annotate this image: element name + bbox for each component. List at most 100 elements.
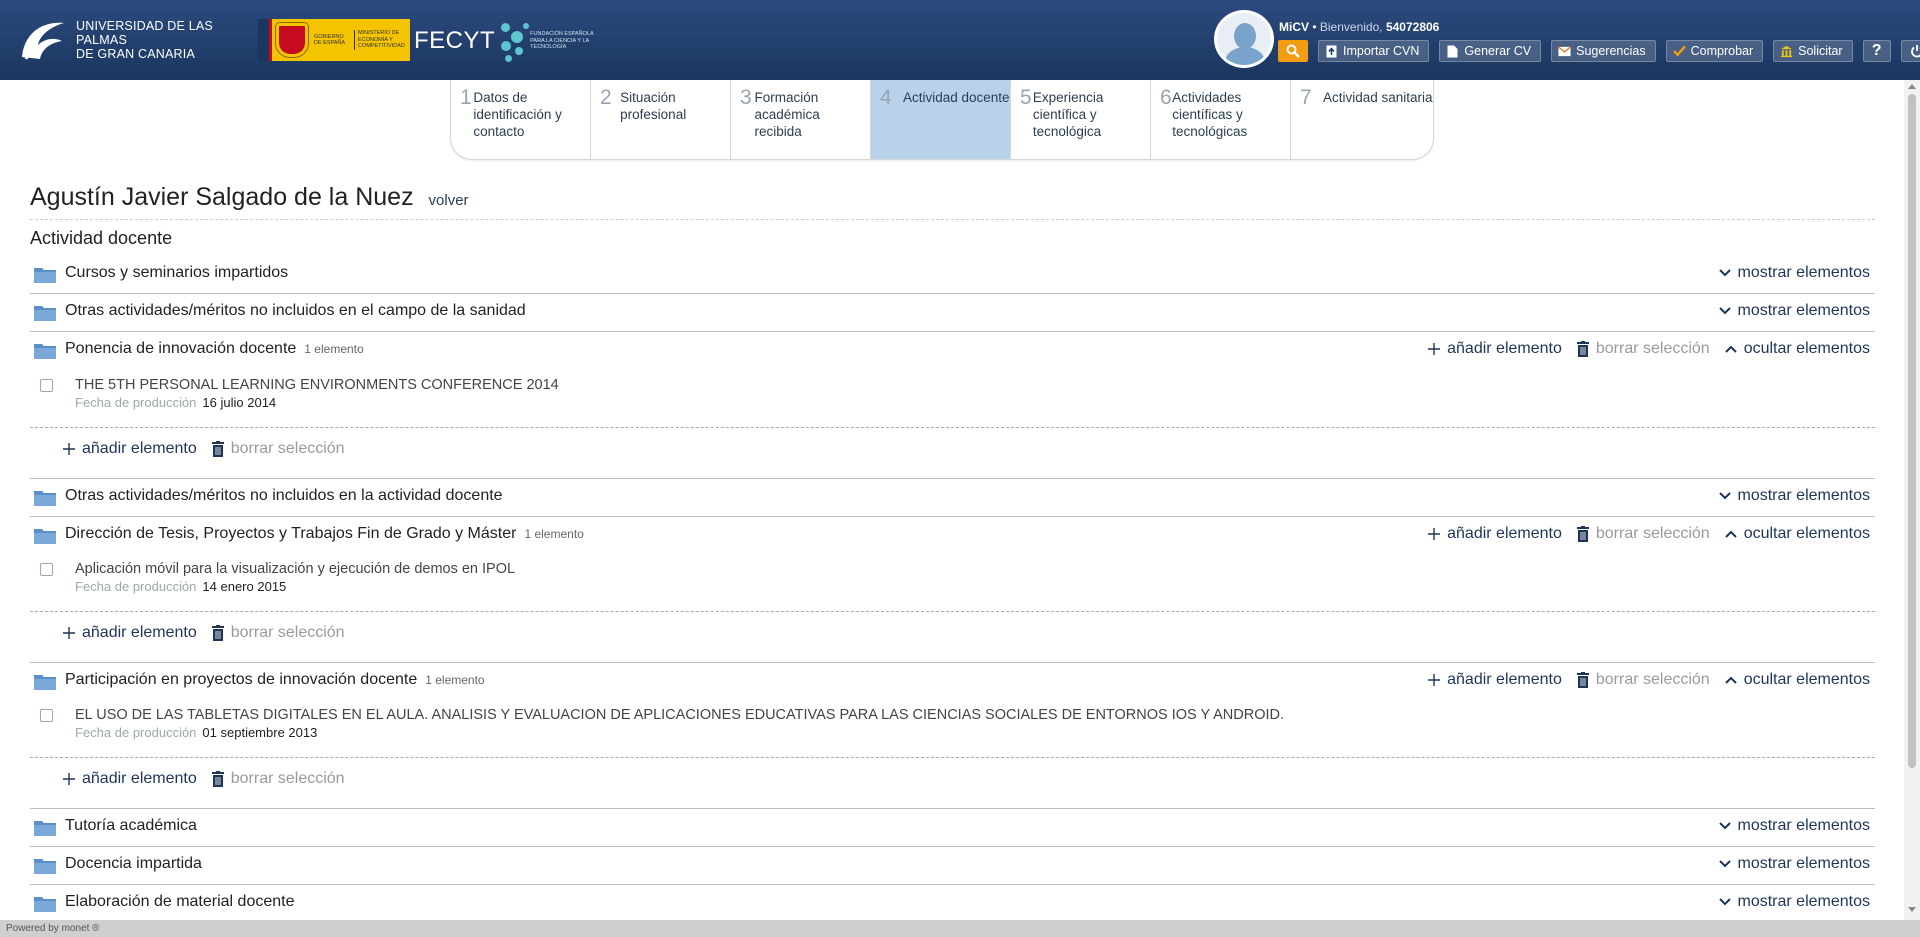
show-elements-label: mostrar elementos [1737,302,1871,319]
add-element-button[interactable]: añadir elemento [62,440,197,458]
search-icon [1286,44,1300,58]
item-checkbox[interactable] [40,709,53,722]
back-link[interactable]: volver [429,192,469,209]
show-elements-button[interactable]: mostrar elementos [1718,487,1870,505]
delete-selection-button[interactable]: borrar selección [1576,525,1710,543]
add-element-button[interactable]: añadir elemento [1427,525,1562,543]
category-title[interactable]: Otras actividades/méritos no incluidos e… [65,302,526,320]
item-title[interactable]: Aplicación móvil para la visualización y… [75,561,515,577]
logout-button[interactable] [1900,40,1920,62]
delete-selection-button[interactable]: borrar selección [211,770,345,788]
step-6-actividades[interactable]: 6 Actividades científicas y tecnológicas [1151,80,1291,159]
user-id: 54072806 [1385,20,1440,34]
category-title[interactable]: Otras actividades/méritos no incluidos e… [65,487,503,505]
category-row-otras-docente: Otras actividades/méritos no incluidos e… [30,479,1875,517]
step-number: 1 [460,86,472,109]
date-value: 01 septiembre 2013 [202,725,318,740]
suggestions-button[interactable]: Sugerencias [1551,40,1656,62]
delete-selection-button[interactable]: borrar selección [211,624,345,642]
hide-elements-label: ocultar elementos [1743,671,1870,688]
step-4-actividad-docente[interactable]: 4 Actividad docente [871,80,1011,159]
scroll-thumb[interactable] [1908,94,1916,768]
category-title[interactable]: Participación en proyectos de innovación… [65,671,417,688]
divider [30,427,1875,428]
import-cvn-button[interactable]: Importar CVN [1318,40,1430,62]
user-avatar[interactable] [1214,10,1274,68]
add-element-button[interactable]: añadir elemento [62,624,197,642]
chevron-up-icon [1724,526,1738,542]
chevron-down-icon [1718,303,1732,319]
step-label: Actividad docente [903,90,1010,105]
category-title[interactable]: Ponencia de innovación docente [65,340,296,357]
folder-icon [34,675,56,690]
search-button[interactable] [1278,40,1308,62]
show-elements-label: mostrar elementos [1737,817,1871,834]
scroll-up-arrow-icon[interactable] [1908,84,1916,89]
show-elements-button[interactable]: mostrar elementos [1718,855,1871,873]
powered-by-footer: Powered by monet ® [0,920,1920,937]
date-label: Fecha de producción [75,395,197,410]
folder-icon [34,491,56,506]
folder-icon [34,859,56,874]
add-element-button[interactable]: añadir elemento [1427,671,1562,689]
chevron-up-icon [1724,341,1738,357]
generate-cv-button[interactable]: Generar CV [1439,40,1542,62]
power-icon [1910,45,1920,58]
step-1-datos[interactable]: 1 Datos de identificación y contacto [451,80,591,159]
category-title[interactable]: Tutoría académica [65,817,197,835]
hide-elements-button[interactable]: ocultar elementos [1724,525,1870,543]
add-element-button[interactable]: añadir elemento [62,770,197,788]
request-label: Solicitar [1798,44,1843,58]
category-row-direccion-tesis: Dirección de Tesis, Proyectos y Trabajos… [30,517,1875,555]
hide-elements-label: ocultar elementos [1743,525,1870,542]
vertical-scrollbar[interactable] [1904,80,1920,920]
show-elements-label: mostrar elementos [1737,264,1871,281]
item-title[interactable]: EL USO DE LAS TABLETAS DIGITALES EN EL A… [75,707,1284,723]
divider [30,219,1875,220]
spain-coat-of-arms-icon [275,22,309,58]
gobierno-logo[interactable]: GOBIERNO DE ESPAÑA MINISTERIO DE ECONOMÍ… [258,19,410,61]
show-elements-button[interactable]: mostrar elementos [1718,264,1871,282]
trash-icon [211,771,225,787]
category-title[interactable]: Dirección de Tesis, Proyectos y Trabajos… [65,525,516,542]
step-3-formacion[interactable]: 3 Formación académica recibida [731,80,871,159]
delete-selection-button[interactable]: borrar selección [1576,671,1710,689]
scroll-down-arrow-icon[interactable] [1908,907,1916,912]
step-label: Formación académica recibida [754,90,820,139]
help-icon: ? [1871,42,1882,59]
show-elements-button[interactable]: mostrar elementos [1718,302,1871,320]
step-2-situacion[interactable]: 2 Situación profesional [591,80,731,159]
ulpgc-logo[interactable]: UNIVERSIDAD DE LAS PALMAS DE GRAN CANARI… [18,16,238,64]
delete-selection-label: borrar selección [1595,525,1710,542]
add-element-button[interactable]: añadir elemento [1427,340,1562,358]
header-toolbar: Importar CVN Generar CV Sugerencias Comp… [1278,40,1920,62]
help-button[interactable]: ? [1862,40,1891,62]
category-title[interactable]: Docencia impartida [65,855,202,873]
item-title[interactable]: THE 5TH PERSONAL LEARNING ENVIRONMENTS C… [75,377,559,393]
show-elements-label: mostrar elementos [1737,855,1871,872]
request-button[interactable]: Solicitar [1773,40,1853,62]
item-checkbox[interactable] [40,563,53,576]
check-button[interactable]: Comprobar [1665,40,1764,62]
add-element-label: añadir elemento [82,770,197,787]
delete-selection-button[interactable]: borrar selección [211,440,345,458]
hide-elements-button[interactable]: ocultar elementos [1724,671,1870,689]
show-elements-button[interactable]: mostrar elementos [1718,893,1870,911]
show-elements-button[interactable]: mostrar elementos [1718,817,1871,835]
hide-elements-button[interactable]: ocultar elementos [1724,340,1870,358]
suggestions-label: Sugerencias [1576,44,1646,58]
fecyt-logo[interactable]: FECYT FUNDACIÓN ESPAÑOLA PARA LA CIENCIA… [414,18,594,64]
add-element-label: añadir elemento [82,440,197,457]
category-row-otras-sanidad: Otras actividades/méritos no incluidos e… [30,294,1875,332]
item-checkbox[interactable] [40,379,53,392]
step-5-experiencia[interactable]: 5 Experiencia científica y tecnológica [1011,80,1151,159]
plus-icon [62,771,76,787]
delete-selection-label: borrar selección [1595,671,1710,688]
category-title[interactable]: Cursos y seminarios impartidos [65,264,288,282]
step-7-sanitaria[interactable]: 7 Actividad sanitaria [1291,80,1433,159]
ulpgc-name-line2: DE GRAN CANARIA [76,47,195,61]
list-footer-actions: añadir elemento borrar selección [62,624,359,642]
delete-selection-button[interactable]: borrar selección [1576,340,1710,358]
category-title[interactable]: Elaboración de material docente [65,893,294,911]
trash-icon [1576,526,1590,542]
